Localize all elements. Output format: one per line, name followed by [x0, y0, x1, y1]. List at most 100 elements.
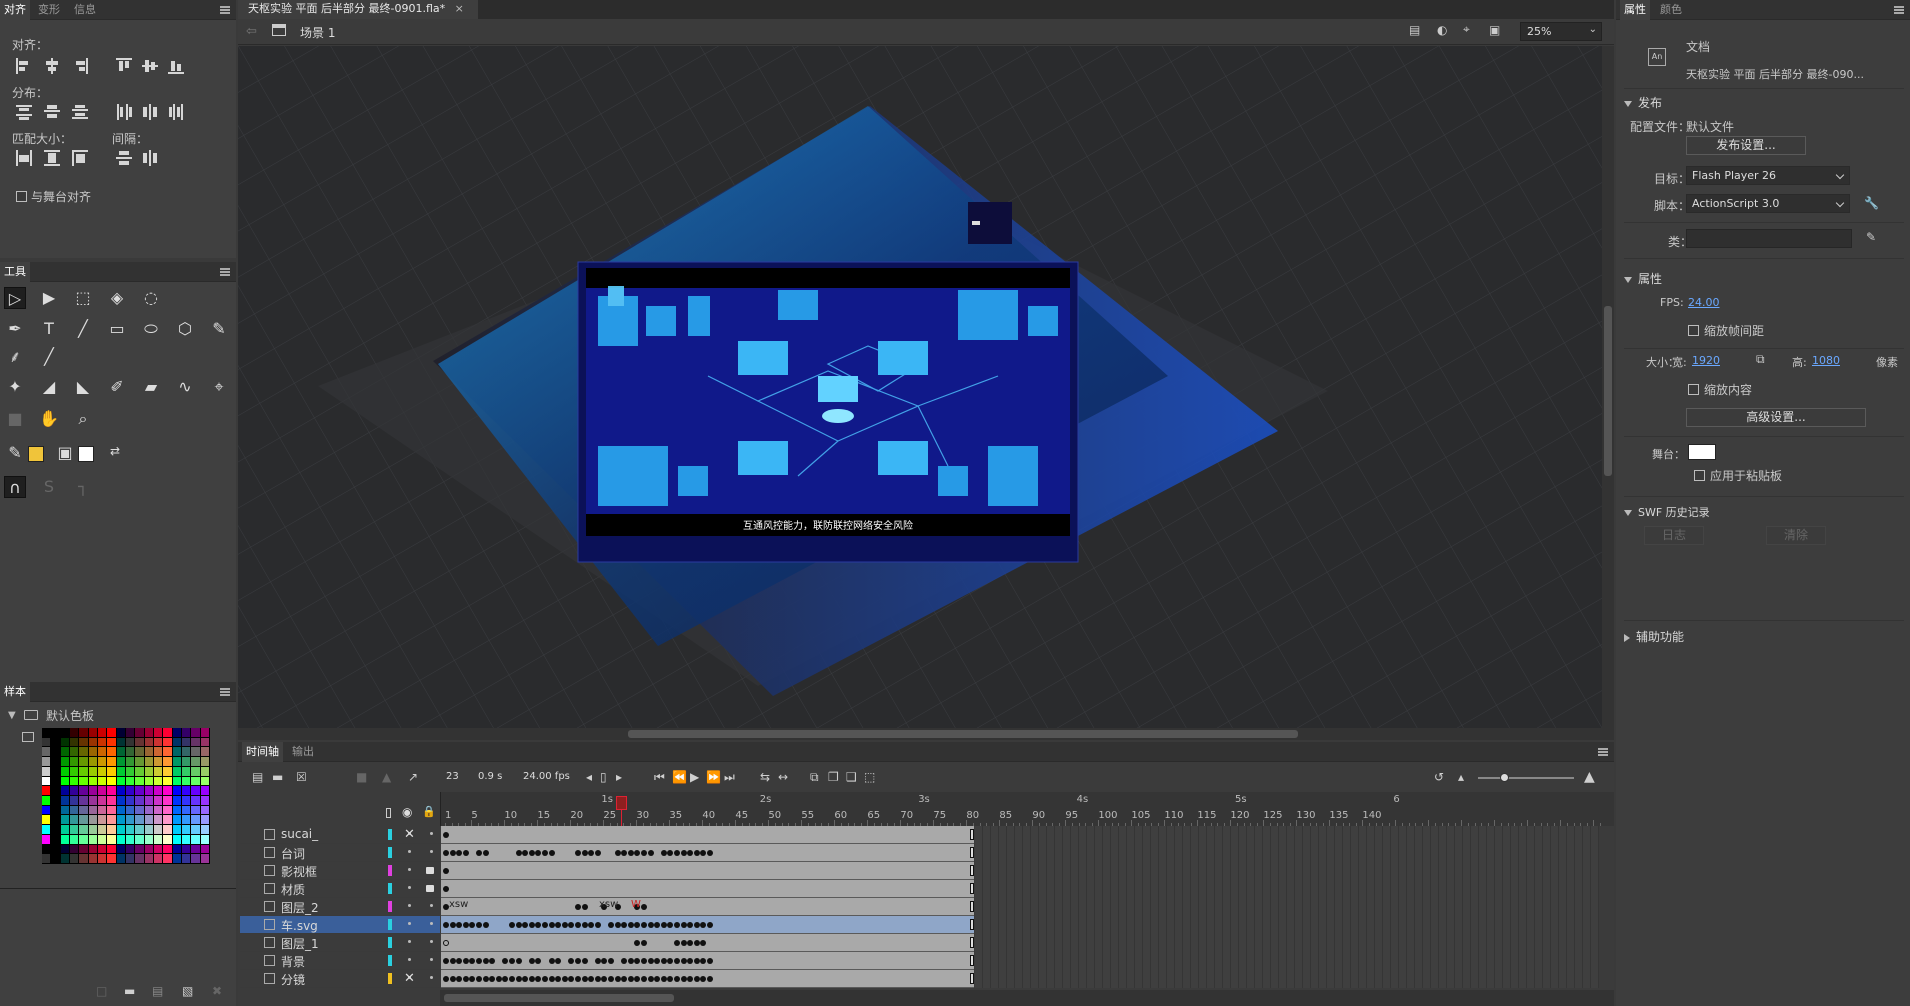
swatch-cell[interactable]: [42, 737, 51, 747]
swatch-cell[interactable]: [200, 757, 209, 766]
keyframe[interactable]: [581, 976, 588, 982]
properties-menu-icon[interactable]: [1894, 6, 1904, 14]
space-vertical-icon[interactable]: [116, 150, 132, 166]
swatch-cell[interactable]: [182, 757, 191, 766]
swatch-cell[interactable]: [107, 737, 116, 747]
layer-lock-toggle[interactable]: [430, 850, 433, 853]
clip-stage-icon[interactable]: ▣: [1489, 23, 1500, 37]
layer-row[interactable]: 图层_1: [240, 934, 440, 952]
onion-outline-icon[interactable]: ❐: [828, 770, 839, 784]
swatch-cell[interactable]: [144, 786, 153, 795]
swatch-cell[interactable]: [79, 786, 88, 795]
keyframe[interactable]: [489, 958, 496, 964]
keyframe[interactable]: [443, 850, 449, 856]
swatch-cell[interactable]: [70, 728, 79, 737]
swatch-cell[interactable]: [116, 757, 125, 766]
swatch-cell[interactable]: [51, 854, 60, 863]
swatch-cell[interactable]: [200, 834, 209, 844]
frame-zoom-thumb[interactable]: [1500, 773, 1509, 782]
swatch-cell[interactable]: [200, 796, 209, 805]
hand-tool-icon[interactable]: ✋: [38, 408, 60, 430]
swatch-cell[interactable]: [88, 834, 97, 844]
tab-output[interactable]: 输出: [288, 742, 318, 762]
distribute-top-icon[interactable]: [16, 104, 32, 120]
swatch-cell[interactable]: [182, 815, 191, 825]
swatch-cell[interactable]: [79, 776, 88, 786]
fill-color-swatch[interactable]: [78, 446, 94, 462]
show-all-eye-icon[interactable]: ◉: [402, 805, 412, 819]
line-tool-icon[interactable]: ╱: [72, 318, 94, 340]
layer-frames[interactable]: xsw xsw W: [441, 898, 974, 916]
keyframe[interactable]: [575, 850, 581, 856]
tab-color[interactable]: 颜色: [1656, 0, 1686, 20]
layer-name[interactable]: 图层_2: [281, 899, 319, 916]
swatch-cell[interactable]: [126, 815, 135, 825]
keyframe[interactable]: [502, 958, 509, 964]
swatch-cell[interactable]: [98, 766, 107, 776]
swatch-cell[interactable]: [126, 786, 135, 795]
distribute-left-icon[interactable]: [116, 104, 132, 120]
swatch-cell[interactable]: [163, 854, 172, 863]
swatch-cell[interactable]: [116, 747, 125, 757]
swatch-cell[interactable]: [200, 776, 209, 786]
swatch-cell[interactable]: [172, 766, 181, 776]
swatch-cell[interactable]: [200, 737, 209, 747]
keyframe[interactable]: [522, 850, 529, 856]
keyframe[interactable]: [575, 904, 581, 910]
layer-row[interactable]: 背景: [240, 952, 440, 970]
swatch-cell[interactable]: [163, 737, 172, 747]
swatch-cell[interactable]: [70, 815, 79, 825]
swatch-cell[interactable]: [154, 747, 163, 757]
swatch-cell[interactable]: [191, 747, 200, 757]
selection-tool-icon[interactable]: ▷: [4, 287, 26, 309]
keyframe[interactable]: [693, 958, 700, 964]
step-forward-icon[interactable]: ⏩: [706, 770, 721, 784]
keyframe[interactable]: [687, 958, 694, 964]
keyframe[interactable]: [621, 976, 628, 982]
keyframe[interactable]: [634, 976, 641, 982]
swatches-menu-icon[interactable]: [220, 688, 230, 696]
swatch-cell[interactable]: [182, 805, 191, 815]
swatch-cell[interactable]: [88, 815, 97, 825]
delete-swatch-icon[interactable]: ✖: [212, 984, 222, 998]
tab-timeline[interactable]: 时间轴: [242, 742, 283, 762]
keyframe[interactable]: [535, 922, 542, 928]
keyframe[interactable]: [634, 958, 641, 964]
swatch-cell[interactable]: [172, 796, 181, 805]
keyframe[interactable]: [601, 976, 608, 982]
stroke-color-swatch[interactable]: [28, 446, 44, 462]
swatch-cell[interactable]: [200, 747, 209, 757]
swatch-cell[interactable]: [116, 786, 125, 795]
swatch-cell[interactable]: [79, 747, 88, 757]
swatch-cell[interactable]: [42, 825, 51, 834]
swatch-cell[interactable]: [182, 747, 191, 757]
swatch-cell[interactable]: [154, 834, 163, 844]
swatch-cell[interactable]: [88, 844, 97, 854]
distribute-hcenter-icon[interactable]: [142, 104, 158, 120]
keyframe[interactable]: [641, 922, 647, 928]
swatch-cell[interactable]: [163, 825, 172, 834]
layer-row[interactable]: 图层_2: [240, 898, 440, 916]
keyframe[interactable]: [674, 958, 680, 964]
swatch-cell[interactable]: [172, 844, 181, 854]
keyframe[interactable]: [555, 976, 562, 982]
keyframe[interactable]: [561, 976, 568, 982]
swatch-cell[interactable]: [200, 844, 209, 854]
swatch-cell[interactable]: [51, 805, 60, 815]
swatch-cell[interactable]: [144, 854, 153, 863]
swatch-cell[interactable]: [42, 796, 51, 805]
swatch-cell[interactable]: [172, 776, 181, 786]
keyframe[interactable]: [693, 922, 700, 928]
keyframe[interactable]: [700, 850, 707, 856]
swatch-cell[interactable]: [79, 834, 88, 844]
layer-name[interactable]: 分镜: [281, 971, 305, 988]
keyframe[interactable]: [614, 922, 621, 928]
publish-section-toggle[interactable]: 发布: [1624, 94, 1662, 111]
keyframe[interactable]: [449, 922, 456, 928]
close-tab-icon[interactable]: ×: [455, 2, 464, 15]
stage-vscrollbar[interactable]: [1602, 46, 1614, 728]
smooth-icon[interactable]: S: [38, 476, 60, 498]
swatch-cell[interactable]: [60, 766, 69, 776]
swatch-cell[interactable]: [191, 757, 200, 766]
swatch-cell[interactable]: [182, 834, 191, 844]
